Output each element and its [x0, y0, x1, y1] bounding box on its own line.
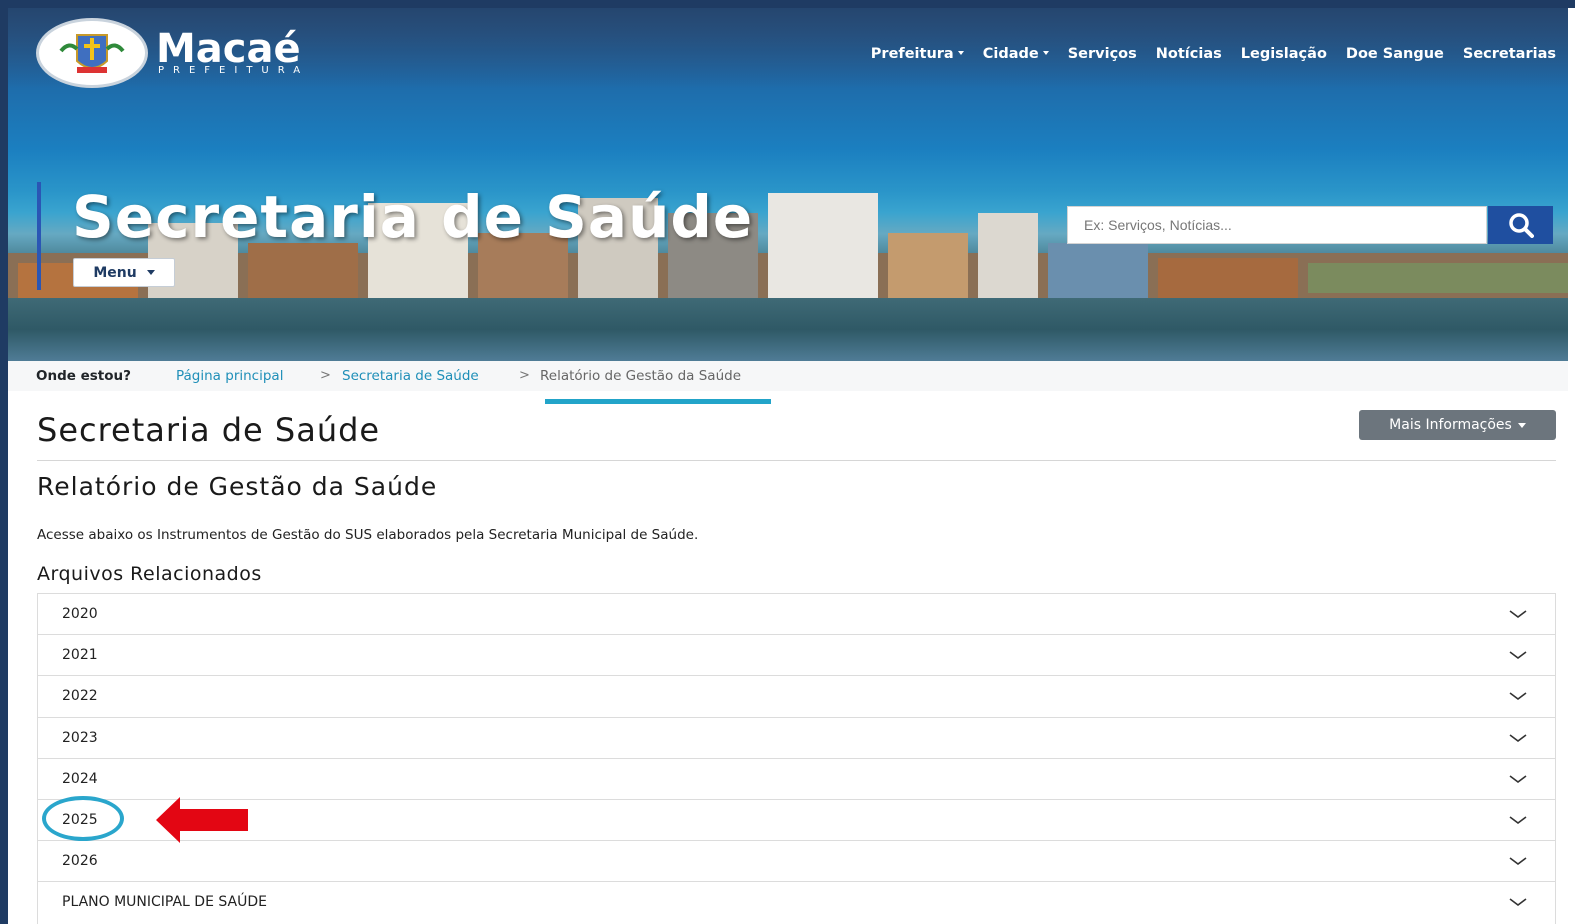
- accordion-item-2025[interactable]: 2025: [38, 799, 1555, 842]
- caret-down-icon: [146, 270, 155, 275]
- chevron-down-icon: [1509, 651, 1527, 660]
- chevron-down-icon: [1509, 857, 1527, 866]
- nav-item-secretarias[interactable]: Secretarias: [1463, 46, 1556, 62]
- search-placeholder: Ex: Serviços, Notícias...: [1084, 217, 1232, 233]
- nav-item-noticias[interactable]: Notícias: [1156, 46, 1222, 62]
- caret-down-icon: [957, 51, 964, 55]
- accordion-item-label: 2024: [62, 770, 98, 787]
- accordion-item-label: 2023: [62, 729, 98, 746]
- hero-water: [8, 298, 1568, 361]
- nav-item-doe-sangue[interactable]: Doe Sangue: [1346, 46, 1444, 62]
- accordion-item-label: PLANO MUNICIPAL DE SAÚDE: [62, 894, 267, 911]
- more-info-button[interactable]: Mais Informações: [1359, 410, 1556, 440]
- breadcrumb-label: Onde estou?: [36, 368, 131, 384]
- menu-button-label: Menu: [93, 264, 137, 281]
- nav-item-prefeitura[interactable]: Prefeitura: [871, 46, 964, 62]
- emblem-graphic: [59, 34, 125, 73]
- breadcrumb-link-secretaria[interactable]: Secretaria de Saúde: [342, 368, 479, 384]
- accordion-item-plano-municipal[interactable]: PLANO MUNICIPAL DE SAÚDE: [38, 882, 1555, 924]
- accordion-item-2024[interactable]: 2024: [38, 758, 1555, 800]
- coat-of-arms-icon: [36, 18, 148, 88]
- chevron-down-icon: [1509, 775, 1527, 783]
- accordion-item-2022[interactable]: 2022: [38, 676, 1555, 718]
- accordion-item-2026[interactable]: 2026: [38, 841, 1555, 883]
- caret-down-icon: [1042, 51, 1049, 55]
- logo-subtitle: PREFEITURA: [158, 65, 310, 76]
- files-accordion: 2020 2021 2022 2023 2024 2025 2026 PLANO…: [37, 593, 1556, 924]
- accordion-item-label: 2026: [62, 853, 98, 870]
- breadcrumb-separator: >: [519, 368, 530, 383]
- accordion-item-2023[interactable]: 2023: [38, 717, 1555, 759]
- breadcrumb-current: Relatório de Gestão da Saúde: [540, 368, 741, 384]
- accordion-item-label: 2020: [62, 606, 98, 622]
- menu-button[interactable]: Menu: [73, 258, 175, 287]
- breadcrumb: Onde estou? Página principal > Secretari…: [8, 361, 1568, 391]
- accordion-item-label: 2022: [62, 688, 98, 705]
- nav-item-label: Cidade: [982, 46, 1039, 62]
- window-frame-left: [0, 8, 8, 924]
- chevron-down-icon: [1509, 898, 1527, 907]
- breadcrumb-separator: >: [320, 368, 331, 383]
- page-title: Secretaria de Saúde: [37, 411, 381, 449]
- search-button[interactable]: [1488, 206, 1553, 244]
- breadcrumb-link-home[interactable]: Página principal: [176, 368, 283, 384]
- breadcrumb-active-underline: [545, 399, 771, 404]
- accordion-item-label: 2021: [62, 647, 98, 664]
- chevron-down-icon: [1509, 692, 1527, 701]
- window-frame-top: [0, 0, 1575, 8]
- logo[interactable]: [36, 18, 148, 88]
- chevron-down-icon: [1509, 816, 1527, 824]
- chevron-down-icon: [1509, 610, 1527, 618]
- hero-title: Secretaria de Saúde: [72, 183, 754, 251]
- hero-accent-bar: [37, 182, 41, 290]
- accordion-item-label: 2025: [62, 811, 98, 828]
- search-icon: [1508, 213, 1534, 238]
- caret-down-icon: [1517, 422, 1526, 428]
- more-info-label: Mais Informações: [1389, 417, 1512, 433]
- accordion-item-2020[interactable]: 2020: [38, 594, 1555, 636]
- accordion-item-2021[interactable]: 2021: [38, 635, 1555, 677]
- chevron-down-icon: [1509, 733, 1527, 742]
- top-navigation: Prefeitura Cidade Serviços Notícias Legi…: [852, 46, 1556, 62]
- related-files-heading: Arquivos Relacionados: [37, 563, 262, 585]
- search-input[interactable]: Ex: Serviços, Notícias...: [1067, 206, 1487, 244]
- nav-item-legislacao[interactable]: Legislação: [1241, 46, 1327, 62]
- hero-banner: Macaé PREFEITURA Prefeitura Cidade Servi…: [8, 8, 1568, 361]
- nav-item-cidade[interactable]: Cidade: [983, 46, 1049, 62]
- page-subtitle: Relatório de Gestão da Saúde: [37, 472, 438, 501]
- title-divider: [37, 460, 1556, 461]
- nav-item-servicos[interactable]: Serviços: [1068, 46, 1137, 62]
- nav-item-label: Prefeitura: [870, 46, 954, 62]
- page-description: Acesse abaixo os Instrumentos de Gestão …: [37, 527, 699, 543]
